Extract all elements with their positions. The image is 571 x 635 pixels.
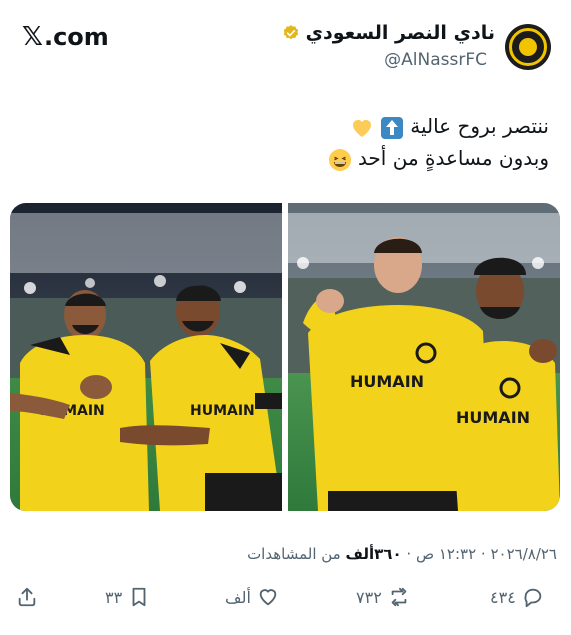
view-count: ٣٦٠ألف [345,545,402,563]
like-button[interactable]: ألف [225,586,279,608]
tweet-meta: ٢٠٢٦/٨/٢٦ · ١٢:٣٢ ص · ٣٦٠ألف من المشاهدا… [247,545,557,563]
grinning-face-emoji-icon [328,148,351,171]
photo-right[interactable]: HUMAIN HUMAIN [288,203,560,511]
tweet-date: ٢٠٢٦/٨/٢٦ [490,545,557,563]
like-count: ألف [225,587,251,607]
tweet-card: 𝕏 .com نادي النصر السعودي @AlNassrFC ننتص… [0,0,571,635]
heart-icon [259,589,277,606]
tweet-line-2: وبدون مساعدةٍ من أحد [29,142,549,174]
display-name-text: نادي النصر السعودي [305,22,495,44]
share-icon [18,587,36,607]
meta-separator: · [480,545,486,563]
jersey-text-right-2: HUMAIN [456,408,530,427]
meta-separator: · [406,545,412,563]
tweet-text: ننتصر بروح عالية وبدون مساعدةٍ من أحد [29,110,549,174]
user-handle[interactable]: @AlNassrFC [384,50,487,70]
yellow-heart-emoji-icon [352,119,371,137]
x-logo[interactable]: 𝕏 .com [22,22,109,52]
avatar[interactable] [505,24,551,70]
club-crest-icon [509,28,547,66]
media-grid: HUMAIN HUMAIN HUMAIN HUMAIN [10,203,560,511]
action-bar: ٣٣ ألف ٧٣٢ ٤٣٤ [0,586,571,616]
share-button[interactable] [16,586,38,608]
x-icon: 𝕏 [22,22,43,52]
display-name[interactable]: نادي النصر السعودي [282,22,495,44]
bookmark-count: ٣٣ [105,587,123,607]
tweet-line-1-text: ننتصر بروح عالية [410,114,549,138]
repost-button[interactable]: ٧٣٢ [356,586,410,608]
reply-button[interactable]: ٤٣٤ [490,586,544,608]
photo-left[interactable]: HUMAIN HUMAIN [10,203,282,511]
up-arrow-emoji-icon [380,116,403,139]
verified-badge-icon [283,25,298,40]
bookmark-icon [132,587,146,607]
bookmark-button[interactable]: ٣٣ [105,586,150,608]
repost-icon [391,587,407,607]
reply-icon [524,588,541,608]
site-label: .com [43,23,109,51]
players-posing-image: HUMAIN HUMAIN [288,203,560,511]
players-celebrating-image: HUMAIN HUMAIN [10,203,282,511]
tweet-line-1: ننتصر بروح عالية [29,110,549,142]
view-label: من المشاهدات [247,545,341,563]
repost-count: ٧٣٢ [356,587,382,607]
tweet-line-2-text: وبدون مساعدةٍ من أحد [357,146,549,170]
jersey-text-left-2: HUMAIN [190,403,255,419]
jersey-text-right-1: HUMAIN [350,372,424,391]
reply-count: ٤٣٤ [490,587,516,607]
tweet-time: ١٢:٣٢ ص [415,545,477,563]
